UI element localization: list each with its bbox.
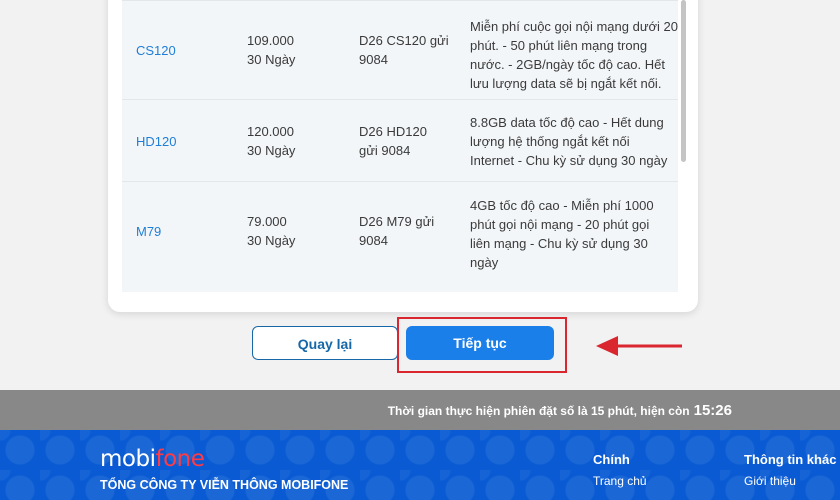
package-syntax: D26 HD120 [359,124,427,139]
timer-remaining: 15:26 [693,402,732,419]
package-duration: 30 Ngày [247,143,296,158]
table-row[interactable]: CS120 109.000 30 Ngày D26 CS120 gửi 9084… [122,0,678,100]
footer-col-main-title: Chính [593,452,630,467]
session-timer-bar: Thời gian thực hiện phiên đặt số là 15 p… [0,390,840,430]
package-description: phút gọi nội mạng - 20 phút gọi [470,217,650,232]
logo-main-text: mobi [100,446,156,472]
package-syntax: 9084 [359,233,388,248]
package-duration: 30 Ngày [247,52,296,67]
logo-accent-text: fone [155,446,205,472]
package-syntax: 9084 [359,52,388,67]
footer-col-other-title: Thông tin khác [744,452,837,467]
package-description: nước. - 2GB/ngày tốc độ cao. Hết [470,57,665,72]
footer-link-home[interactable]: Trang chủ [593,474,647,488]
timer-message: Thời gian thực hiện phiên đặt số là 15 p… [387,404,690,418]
package-description: lượng hệ thống ngắt kết nối [470,134,630,149]
package-description: lưu lượng data sẽ bị ngắt kết nối. [470,76,662,91]
package-description: phút. - 50 phút liên mạng trong [470,38,648,53]
package-table-card: CS120 109.000 30 Ngày D26 CS120 gửi 9084… [108,0,698,312]
package-price: 79.000 [247,214,287,229]
package-code-link[interactable]: HD120 [136,132,176,151]
package-description: liên mạng - Chu kỳ sử dụng 30 [470,236,648,251]
highlight-box [397,317,567,373]
arrow-left-icon [596,336,682,356]
package-description: Miễn phí cuộc gọi nội mạng dưới 20 [470,19,678,34]
package-table: CS120 109.000 30 Ngày D26 CS120 gửi 9084… [122,0,678,292]
session-timer: Thời gian thực hiện phiên đặt số là 15 p… [388,402,732,419]
package-description: Internet - Chu kỳ sử dụng 30 ngày [470,153,668,168]
company-name: TỔNG CÔNG TY VIỄN THÔNG MOBIFONE [100,478,349,492]
package-syntax: D26 M79 gửi [359,214,435,229]
mobifone-logo[interactable]: mobifone [100,446,205,472]
package-description: 8.8GB data tốc độ cao - Hết dung [470,115,664,130]
footer-link-about[interactable]: Giới thiệu [744,474,796,488]
package-syntax: D26 CS120 gửi [359,33,449,48]
table-row[interactable]: HD120 120.000 30 Ngày D26 HD120 gửi 9084… [122,99,678,182]
package-description: 4GB tốc độ cao - Miễn phí 1000 [470,198,654,213]
table-row[interactable]: M79 79.000 30 Ngày D26 M79 gửi 9084 4GB … [122,181,678,282]
site-footer: mobifone TỔNG CÔNG TY VIỄN THÔNG MOBIFON… [0,430,840,500]
package-duration: 30 Ngày [247,233,296,248]
package-code-link[interactable]: CS120 [136,41,176,60]
back-button[interactable]: Quay lại [252,326,398,360]
package-description: ngày [470,255,499,270]
package-price: 120.000 [247,124,294,139]
package-price: 109.000 [247,33,294,48]
package-code-link[interactable]: M79 [136,222,161,241]
package-syntax: gửi 9084 [359,143,411,158]
table-scrollbar[interactable] [681,0,686,162]
